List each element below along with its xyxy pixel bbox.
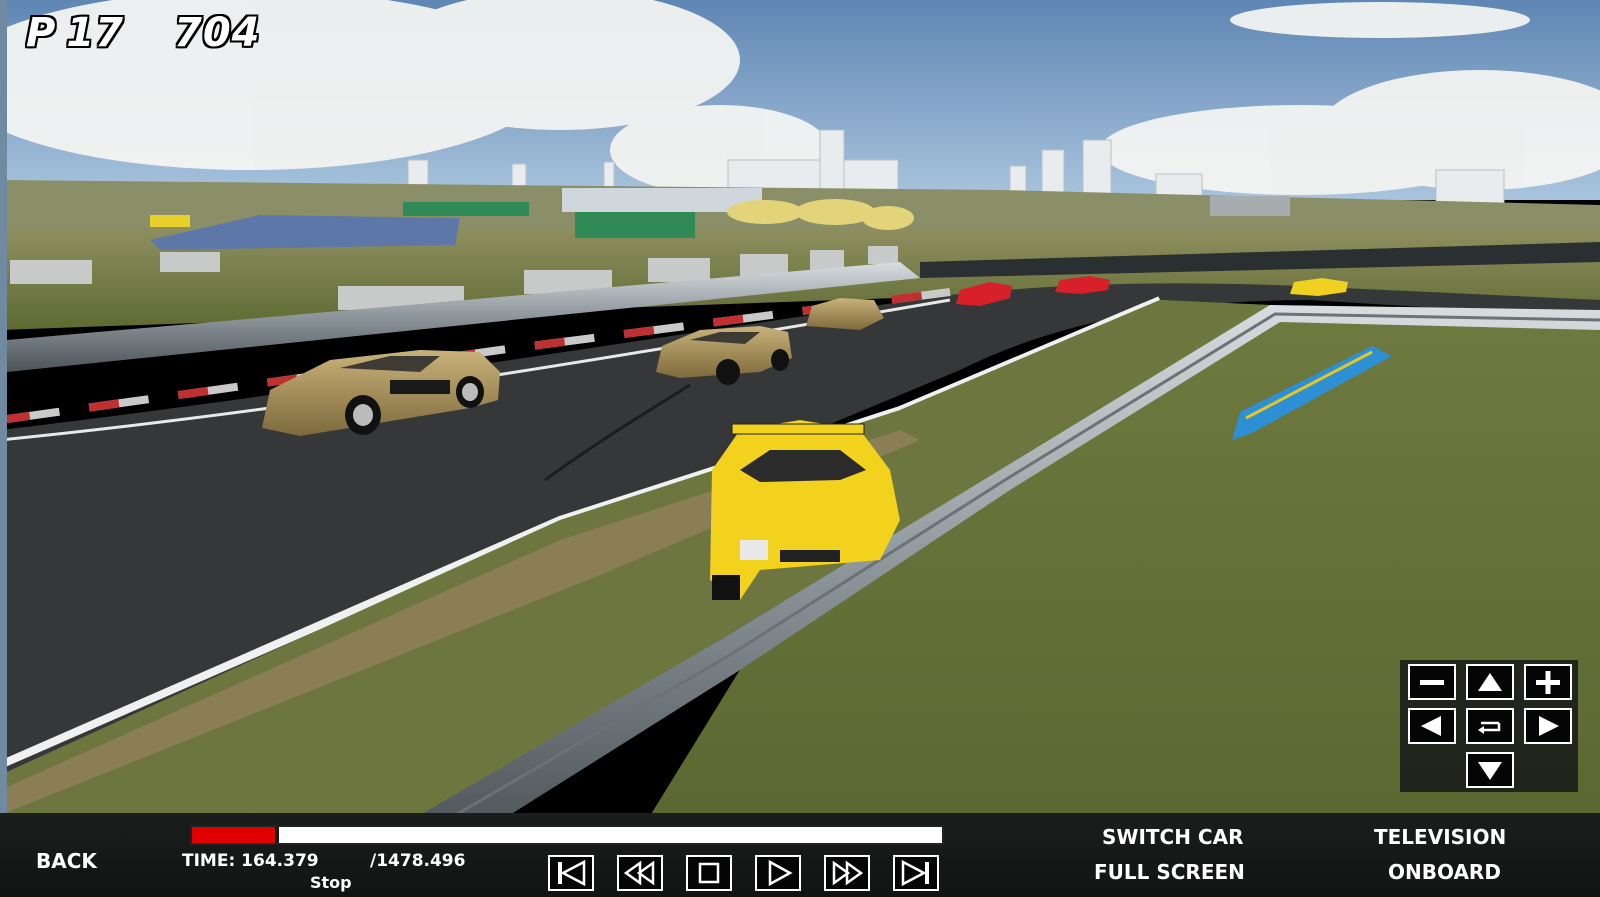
race-scene [0, 0, 1600, 897]
position-prefix: P [26, 10, 57, 56]
fast-forward-button[interactable] [824, 855, 870, 891]
zoom-out-button[interactable] [1408, 664, 1456, 700]
camera-reset-button[interactable] [1466, 708, 1514, 744]
television-camera-button[interactable]: TELEVISION [1374, 825, 1506, 849]
replay-time: TIME: 164.379 [182, 851, 319, 871]
replay-control-bar: BACK TIME: 164.379 /1478.496 Stop SWITCH… [0, 813, 1600, 897]
back-button[interactable]: BACK [36, 849, 97, 873]
onboard-camera-button[interactable]: ONBOARD [1388, 860, 1501, 884]
zoom-in-button[interactable] [1524, 664, 1572, 700]
playback-state: Stop [310, 873, 352, 892]
switch-car-button[interactable]: SWITCH CAR [1102, 825, 1243, 849]
skip-end-icon [901, 859, 929, 887]
skip-start-icon [558, 859, 586, 887]
full-screen-button[interactable]: FULL SCREEN [1094, 860, 1245, 884]
time-value: 164.379 [241, 851, 319, 871]
arrow-right-icon [1539, 716, 1559, 736]
rewind-icon [623, 860, 655, 886]
total-time: /1478.496 [370, 851, 466, 871]
window-edge [0, 0, 7, 897]
reset-icon [1478, 721, 1501, 734]
rewind-button[interactable] [617, 855, 663, 891]
minus-icon [1420, 680, 1444, 685]
stop-icon [698, 862, 720, 884]
camera-control-pad [1400, 660, 1578, 792]
play-icon [768, 859, 793, 887]
camera-up-button[interactable] [1466, 664, 1514, 700]
position-hud: P 17 704 [26, 10, 261, 56]
score-value: 704 [174, 10, 261, 56]
replay-progress-handle[interactable] [275, 827, 280, 843]
camera-down-button[interactable] [1466, 752, 1514, 788]
position-value: 17 [66, 10, 124, 56]
stop-button[interactable] [686, 855, 732, 891]
fast-forward-icon [832, 860, 864, 886]
time-label: TIME: [182, 851, 236, 871]
replay-progress-fill [192, 827, 276, 843]
skip-start-button[interactable] [548, 855, 594, 891]
replay-progress-bar[interactable] [190, 825, 944, 845]
arrow-up-icon [1478, 673, 1502, 691]
plus-icon [1536, 671, 1560, 694]
camera-right-button[interactable] [1524, 708, 1572, 744]
arrow-down-icon [1478, 762, 1502, 780]
camera-left-button[interactable] [1408, 708, 1456, 744]
skip-end-button[interactable] [893, 855, 939, 891]
arrow-left-icon [1421, 716, 1441, 736]
play-button[interactable] [755, 855, 801, 891]
